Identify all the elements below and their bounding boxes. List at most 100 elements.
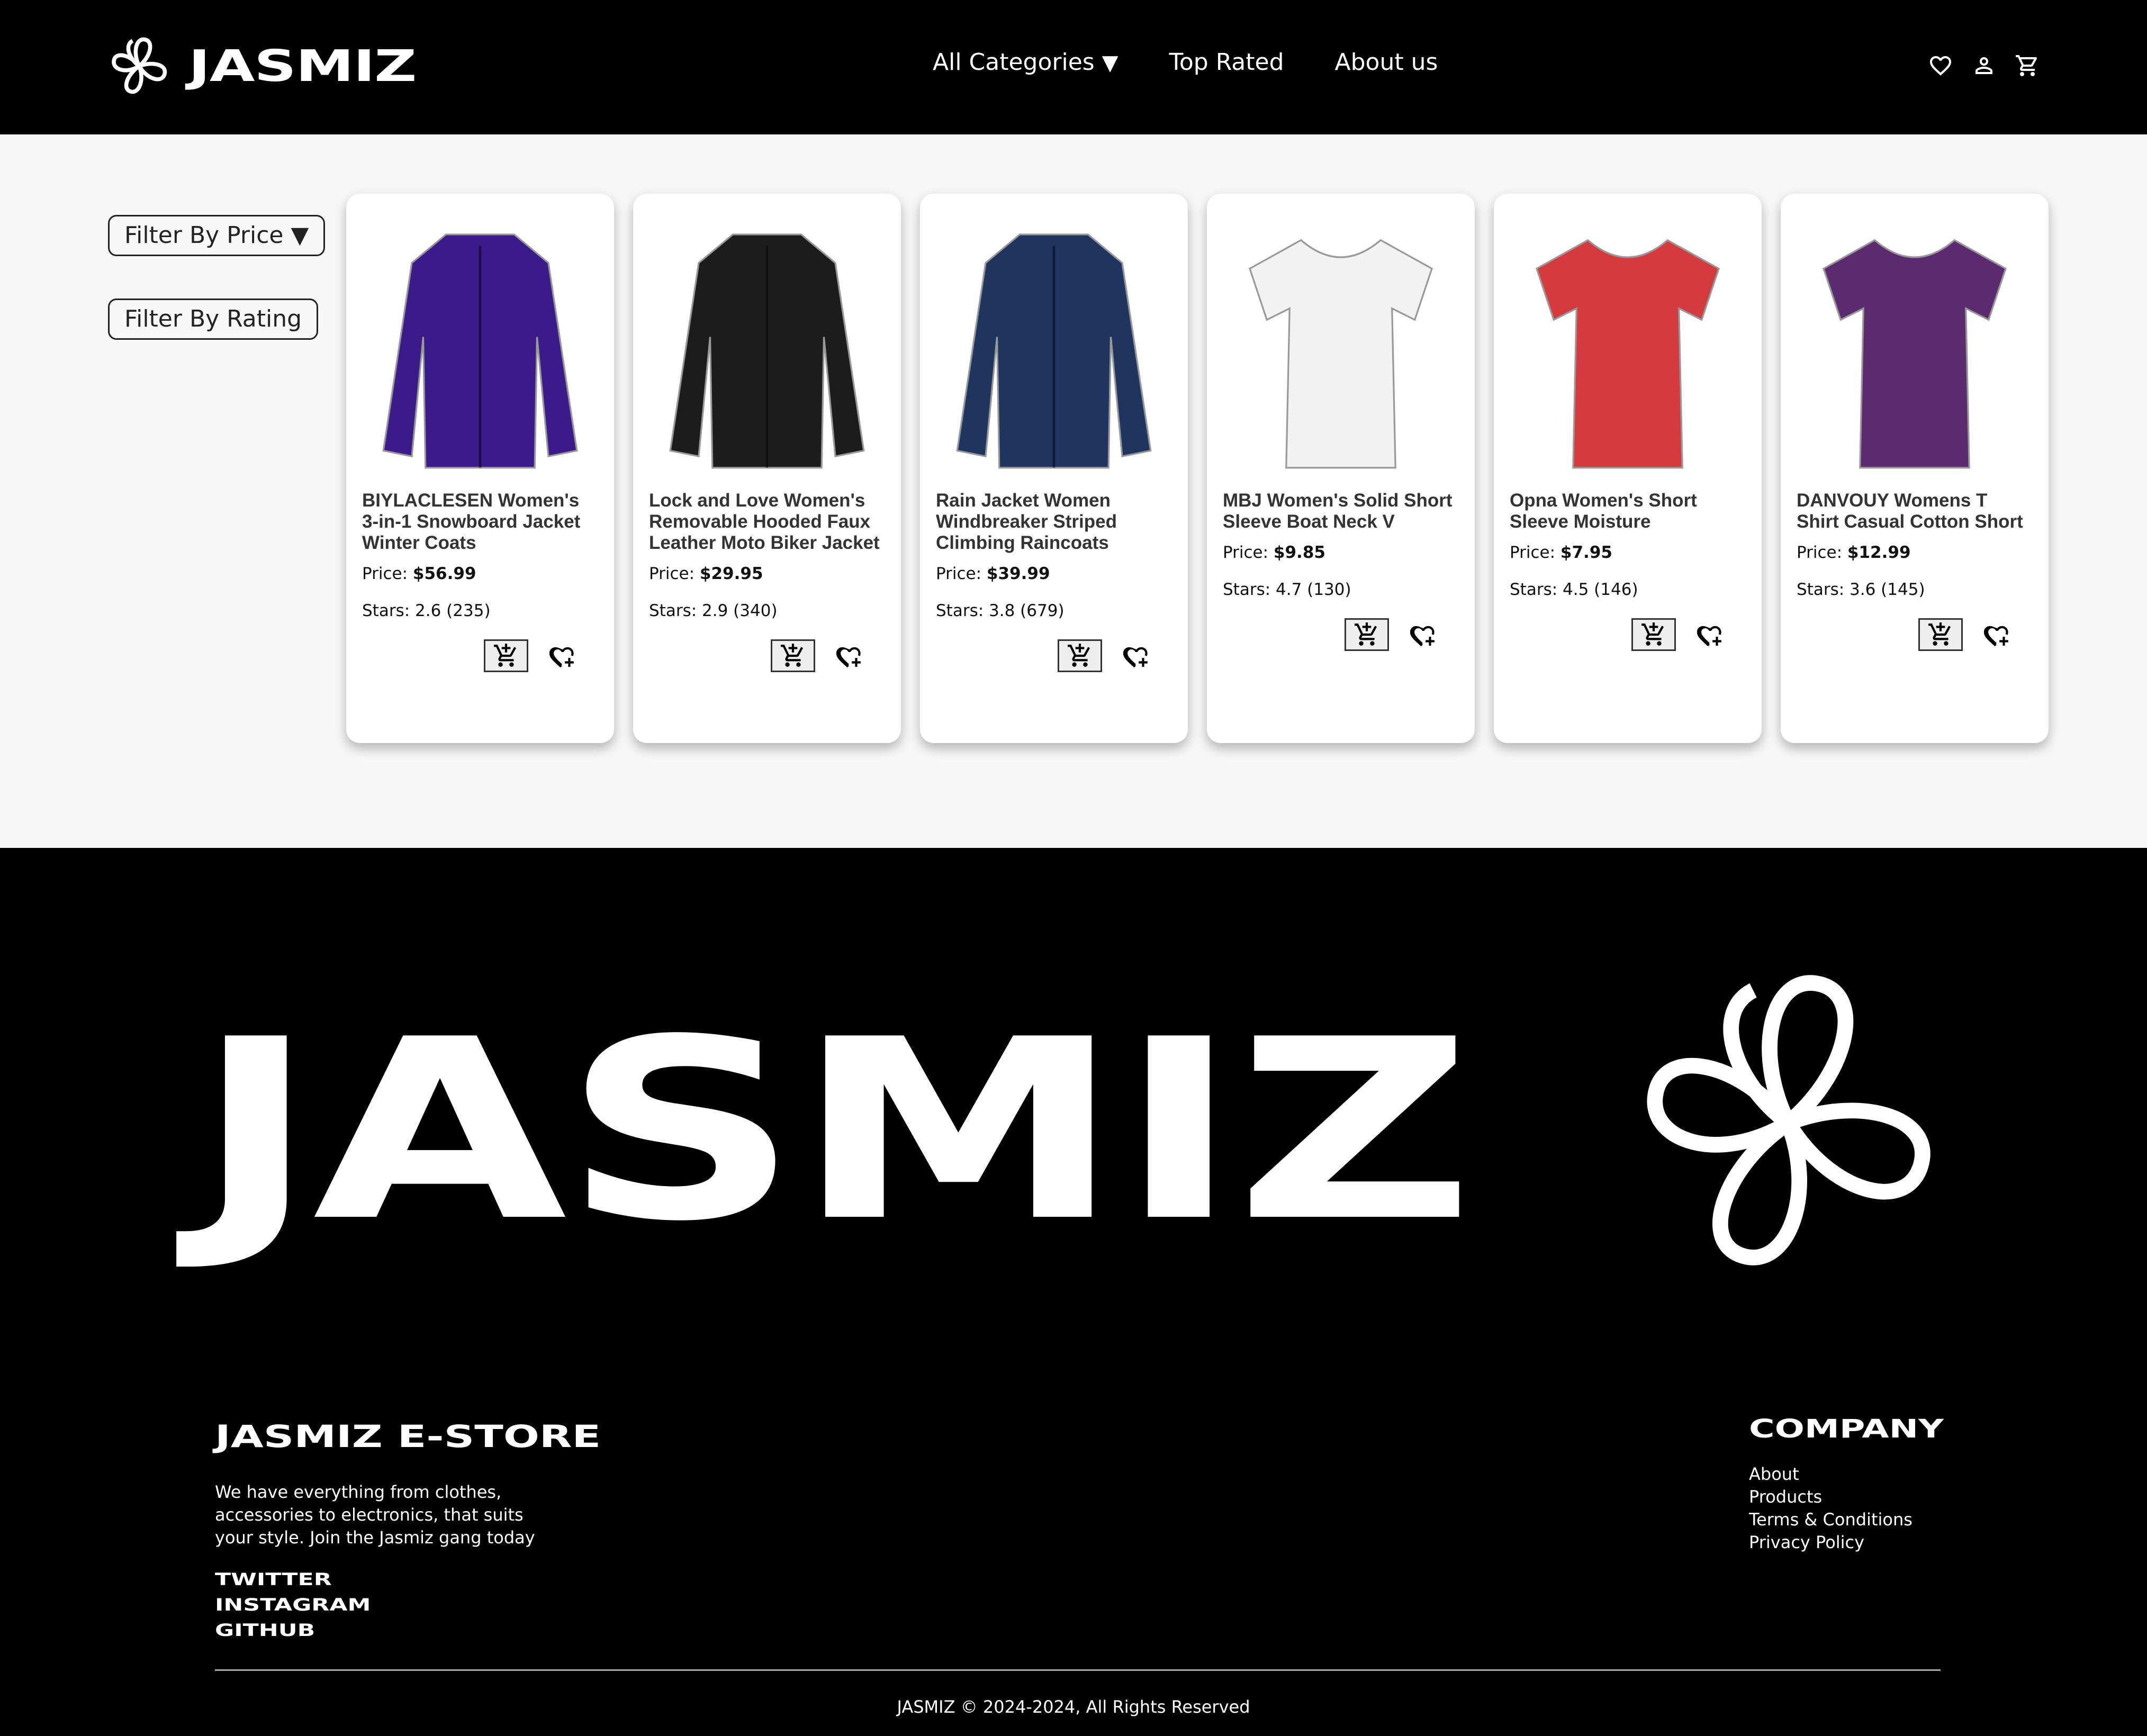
price-value: $29.95 (699, 564, 763, 583)
add-to-wishlist-button[interactable] (546, 639, 579, 672)
price-label: Price: (1223, 543, 1274, 562)
garment-shape (1536, 239, 1720, 469)
price-label: Price: (362, 564, 413, 583)
header-actions (1925, 50, 2055, 82)
copyright: JASMIZ © 2024-2024, All Rights Reserved (897, 1697, 1250, 1717)
product-stars: Stars: 3.8 (679) (936, 601, 1065, 620)
heart-plus-icon (1123, 647, 1148, 668)
add-to-wishlist-button[interactable] (1120, 639, 1153, 672)
heart-plus-icon (549, 647, 574, 668)
product-stars: Stars: 2.6 (235) (362, 601, 491, 620)
main-nav: All Categories ▼ Top Rated About us (933, 49, 1489, 76)
about-link[interactable]: About (1749, 1463, 1913, 1486)
product-price: Price: $9.85 (1223, 543, 1459, 562)
product-card[interactable]: Opna Women's Short Sleeve Moisture Price… (1494, 194, 1762, 743)
add-to-wishlist-button[interactable] (1694, 618, 1727, 651)
garment-shape (1823, 239, 2007, 469)
garment-shape (1249, 239, 1433, 469)
twitter-link[interactable]: TWITTER (215, 1567, 371, 1592)
add-cart-icon (781, 644, 804, 667)
brand-logo[interactable]: JASMIZ (106, 32, 417, 101)
heart-plus-icon (1697, 626, 1721, 647)
add-to-cart-button[interactable] (1918, 618, 1963, 651)
product-section: Filter By Price ▼ Filter By Rating BIYLA… (0, 134, 2147, 848)
heart-plus-icon (1410, 626, 1435, 647)
product-price: Price: $39.99 (936, 564, 1172, 583)
product-actions (936, 639, 1172, 672)
product-stars: Stars: 4.7 (130) (1223, 580, 1351, 599)
filter-by-rating-button[interactable]: Filter By Rating (108, 299, 319, 340)
product-stars: Stars: 2.9 (340) (649, 601, 778, 620)
add-to-cart-button[interactable] (1345, 618, 1389, 651)
brand-name: JASMIZ (188, 41, 417, 92)
add-cart-icon (1355, 622, 1377, 646)
product-title[interactable]: BIYLACLESEN Women's 3-in-1 Snowboard Jac… (362, 490, 598, 556)
wishlist-heart-icon[interactable] (1925, 50, 1956, 82)
add-to-wishlist-button[interactable] (1407, 618, 1440, 651)
footer-divider (215, 1669, 1941, 1671)
product-title[interactable]: MBJ Women's Solid Short Sleeve Boat Neck… (1223, 490, 1459, 535)
heart-plus-icon (836, 647, 861, 668)
site-footer: JASMIZ JASMIZ E-STORE We have everything… (0, 848, 2147, 1736)
nav-all-categories[interactable]: All Categories ▼ (933, 49, 1118, 76)
shopping-cart-icon[interactable] (2011, 50, 2043, 82)
flower-logo-icon (112, 37, 167, 94)
account-user-icon[interactable] (1968, 50, 2000, 82)
add-to-cart-button[interactable] (1058, 639, 1102, 672)
instagram-link[interactable]: INSTAGRAM (215, 1592, 371, 1617)
product-actions (1797, 618, 2033, 651)
social-links: TWITTER INSTAGRAM GITHUB (215, 1567, 371, 1643)
product-image[interactable] (1797, 194, 2033, 490)
product-actions (1510, 618, 1746, 651)
product-actions (362, 639, 598, 672)
products-link[interactable]: Products (1749, 1486, 1913, 1508)
add-cart-icon (1641, 622, 1664, 646)
add-cart-icon (1068, 644, 1090, 667)
product-title[interactable]: DANVOUY Womens T Shirt Casual Cotton Sho… (1797, 490, 2033, 535)
product-price: Price: $12.99 (1797, 543, 2033, 562)
add-cart-icon (494, 644, 517, 667)
store-title: JASMIZ E-STORE (215, 1418, 601, 1454)
product-image[interactable] (936, 194, 1172, 490)
price-value: $7.95 (1560, 543, 1612, 562)
add-to-cart-button[interactable] (771, 639, 815, 672)
product-card[interactable]: BIYLACLESEN Women's 3-in-1 Snowboard Jac… (346, 194, 614, 743)
add-to-cart-button[interactable] (1631, 618, 1676, 651)
product-stars: Stars: 3.6 (145) (1797, 580, 1925, 599)
nav-about-us[interactable]: About us (1335, 49, 1438, 76)
caret-down-icon: ▼ (1102, 51, 1118, 75)
product-image[interactable] (1510, 194, 1746, 490)
product-card[interactable]: MBJ Women's Solid Short Sleeve Boat Neck… (1207, 194, 1475, 743)
add-cart-icon (1928, 622, 1951, 646)
price-label: Price: (1510, 543, 1560, 562)
product-image[interactable] (649, 194, 885, 490)
product-actions (1223, 618, 1459, 651)
price-value: $12.99 (1847, 543, 1911, 562)
product-title[interactable]: Lock and Love Women's Removable Hooded F… (649, 490, 885, 556)
flower-logo-icon (1647, 975, 1931, 1265)
terms-link[interactable]: Terms & Conditions (1749, 1508, 1913, 1531)
price-label: Price: (1797, 543, 1847, 562)
product-title[interactable]: Opna Women's Short Sleeve Moisture (1510, 490, 1746, 535)
filter-by-price-button[interactable]: Filter By Price ▼ (108, 215, 326, 256)
product-image[interactable] (1223, 194, 1459, 490)
product-price: Price: $56.99 (362, 564, 598, 583)
company-heading: COMPANY (1749, 1414, 1944, 1444)
nav-all-categories-label: All Categories (933, 49, 1095, 76)
product-card[interactable]: Rain Jacket Women Windbreaker Striped Cl… (920, 194, 1188, 743)
add-to-cart-button[interactable] (484, 639, 528, 672)
product-stars: Stars: 4.5 (146) (1510, 580, 1638, 599)
add-to-wishlist-button[interactable] (1981, 618, 2014, 651)
github-link[interactable]: GITHUB (215, 1617, 371, 1643)
product-title[interactable]: Rain Jacket Women Windbreaker Striped Cl… (936, 490, 1172, 556)
price-value: $56.99 (412, 564, 476, 583)
add-to-wishlist-button[interactable] (833, 639, 866, 672)
privacy-link[interactable]: Privacy Policy (1749, 1531, 1913, 1554)
nav-top-rated[interactable]: Top Rated (1169, 49, 1284, 76)
heart-plus-icon (1984, 626, 2008, 647)
store-description: We have everything from clothes, accesso… (215, 1482, 535, 1548)
footer-brand-wordmark: JASMIZ (195, 986, 1474, 1276)
product-image[interactable] (362, 194, 598, 490)
product-card[interactable]: DANVOUY Womens T Shirt Casual Cotton Sho… (1781, 194, 2049, 743)
product-card[interactable]: Lock and Love Women's Removable Hooded F… (633, 194, 901, 743)
